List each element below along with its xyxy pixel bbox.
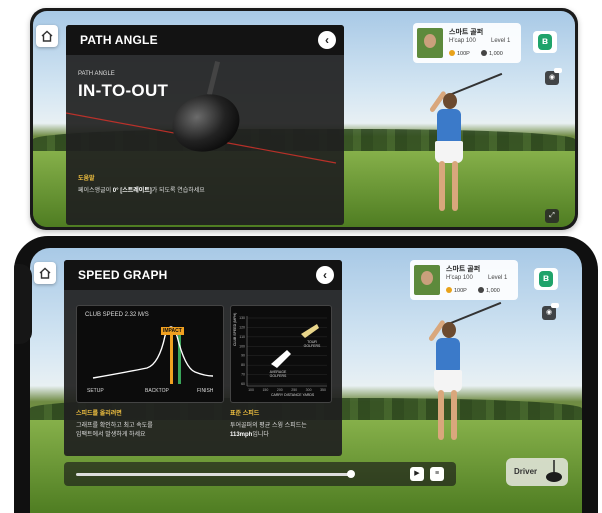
club-path-visual	[66, 61, 337, 164]
chevron-left-icon: ‹	[323, 268, 327, 282]
x-tick-label: 300	[306, 388, 312, 392]
expand-icon: ⤢	[549, 212, 555, 219]
list-icon: ≡	[434, 470, 440, 477]
average-golfers-label: AVERAGE GOLFERS	[269, 370, 287, 378]
home-icon	[39, 267, 51, 279]
profile-level: Level 1	[488, 275, 508, 281]
golf-driver-icon	[546, 460, 562, 482]
panel-header: SPEED GRAPH ‹	[64, 260, 342, 290]
chevron-left-icon: ‹	[325, 33, 329, 47]
camera-badge	[554, 68, 562, 73]
top-game-screen: PATH ANGLE ‹ PATH ANGLE IN-TO-OUT 도움말 페이…	[33, 11, 575, 227]
panel-title: PATH ANGLE	[80, 33, 158, 47]
profile-cash: 1,000	[478, 287, 500, 294]
profile-name: 스마트 골퍼	[449, 29, 484, 36]
x-tick-label: 200	[277, 388, 283, 392]
home-button[interactable]	[36, 25, 58, 47]
profile-hcap: H'cap 100	[446, 275, 473, 281]
left-tip-line1: 그래프를 확인하고 최고 속도를	[76, 423, 153, 429]
tour-golfers-label: TOUR GOLFERS	[303, 340, 321, 348]
phone-side-notch	[14, 264, 32, 344]
profile-hcap: H'cap 100	[449, 38, 476, 44]
playback-progress	[76, 473, 352, 476]
x-tick-label: 250	[291, 388, 297, 392]
camera-button[interactable]: ◉	[545, 68, 562, 85]
tip-text: 페이스앵글이 0° [스트레이트]가 되도록 연습하세요	[78, 188, 205, 194]
camera-icon: ◉	[548, 74, 556, 81]
left-tip-line2: 임팩트에서 발생하게 하세요	[76, 432, 146, 438]
y-tick-label: 70	[241, 373, 245, 377]
top-phone-screenshot: PATH ANGLE ‹ PATH ANGLE IN-TO-OUT 도움말 페이…	[30, 8, 578, 230]
list-button[interactable]: ≡	[430, 467, 444, 481]
x-label-backtop: BACKTOP	[145, 388, 169, 394]
panel-title: SPEED GRAPH	[78, 268, 168, 282]
expand-button[interactable]: ⤢	[545, 209, 559, 223]
play-icon: ▶	[414, 470, 420, 477]
standard-speed-chart: 130 120 110 100 90 80 70 60 100 150 200 250 300 350 C…	[230, 305, 332, 403]
bottom-game-screen: SPEED GRAPH ‹ CLUB SPEED 2.32 M/S IMPACT…	[30, 248, 582, 513]
speed-graph-panel: SPEED GRAPH ‹ CLUB SPEED 2.32 M/S IMPACT…	[64, 260, 342, 456]
left-tip-title: 스피드를 올리려면	[76, 411, 122, 417]
home-button[interactable]	[34, 262, 56, 284]
play-button[interactable]: ▶	[410, 467, 424, 481]
panel-close-button[interactable]: ‹	[318, 31, 336, 49]
tour-golfers-zone	[301, 324, 319, 338]
avatar	[417, 28, 443, 58]
cash-coin-icon	[478, 287, 484, 293]
impact-marker	[170, 328, 173, 384]
path-angle-panel: PATH ANGLE ‹ PATH ANGLE IN-TO-OUT 도움말 페이…	[66, 25, 344, 225]
scatter-x-axis-label: CARRY DISTANCE YARDS	[271, 393, 315, 397]
right-tip-line1: 투어골퍼의 평균 스윙 스피드는	[230, 423, 307, 429]
bluetooth-icon: ʙ	[539, 271, 553, 287]
y-tick-label: 120	[239, 325, 245, 329]
profile-points: 100P	[446, 287, 467, 294]
profile-card[interactable]: 스마트 골퍼 H'cap 100 Level 1 100P 1,000	[413, 23, 521, 63]
profile-name: 스마트 골퍼	[446, 266, 481, 273]
x-tick-label: 150	[262, 388, 268, 392]
camera-button[interactable]: ◉	[542, 303, 559, 320]
x-tick-label: 100	[248, 388, 254, 392]
playback-bar: ▶ ≡	[64, 462, 456, 486]
y-tick-label: 130	[239, 316, 245, 320]
profile-cash: 1,000	[481, 50, 503, 57]
x-label-setup: SETUP	[87, 388, 104, 394]
profile-card[interactable]: 스마트 골퍼 H'cap 100 Level 1 100P 1,000	[410, 260, 518, 300]
profile-level: Level 1	[491, 38, 511, 44]
panel-close-button[interactable]: ‹	[316, 266, 334, 284]
playback-scrubber[interactable]	[347, 470, 356, 478]
tip-title: 도움말	[78, 176, 95, 182]
avatar	[414, 265, 440, 295]
camera-badge	[551, 303, 559, 308]
point-coin-icon	[449, 50, 455, 56]
panel-header: PATH ANGLE ‹	[66, 25, 344, 55]
club-name: Driver	[514, 467, 538, 476]
club-speed-chart: CLUB SPEED 2.32 M/S IMPACT SETUP BACKTOP…	[76, 305, 224, 403]
impact-tag: IMPACT	[161, 327, 184, 335]
y-tick-label: 80	[241, 363, 245, 367]
bottom-phone-screenshot: SPEED GRAPH ‹ CLUB SPEED 2.32 M/S IMPACT…	[14, 236, 598, 513]
y-tick-label: 100	[239, 344, 245, 348]
peak-marker	[178, 328, 181, 384]
x-tick-label: 350	[320, 388, 326, 392]
profile-points: 100P	[449, 50, 470, 57]
bluetooth-button[interactable]: ʙ	[534, 268, 558, 290]
y-tick-label: 60	[241, 382, 245, 386]
club-hosel	[206, 61, 221, 96]
club-select-button[interactable]: Driver	[506, 458, 568, 486]
home-icon	[41, 30, 53, 42]
speed-curve	[92, 326, 214, 379]
bluetooth-button[interactable]: ʙ	[533, 31, 557, 53]
x-label-finish: FINISH	[197, 388, 214, 394]
y-tick-label: 110	[239, 335, 245, 339]
cash-coin-icon	[481, 50, 487, 56]
point-coin-icon	[446, 287, 452, 293]
bluetooth-icon: ʙ	[538, 34, 552, 50]
scatter-y-axis-label: CLUB SPEED (MPH)	[233, 312, 237, 346]
camera-icon: ◉	[545, 309, 553, 316]
right-tip-line2: 113mph입니다	[230, 432, 269, 438]
y-tick-label: 90	[241, 354, 245, 358]
driver-clubhead	[172, 94, 240, 152]
right-tip-title: 표준 스피드	[230, 411, 260, 417]
speed-zone-plot: 13012011010090807060100 150 200 250 300 350	[239, 316, 327, 392]
